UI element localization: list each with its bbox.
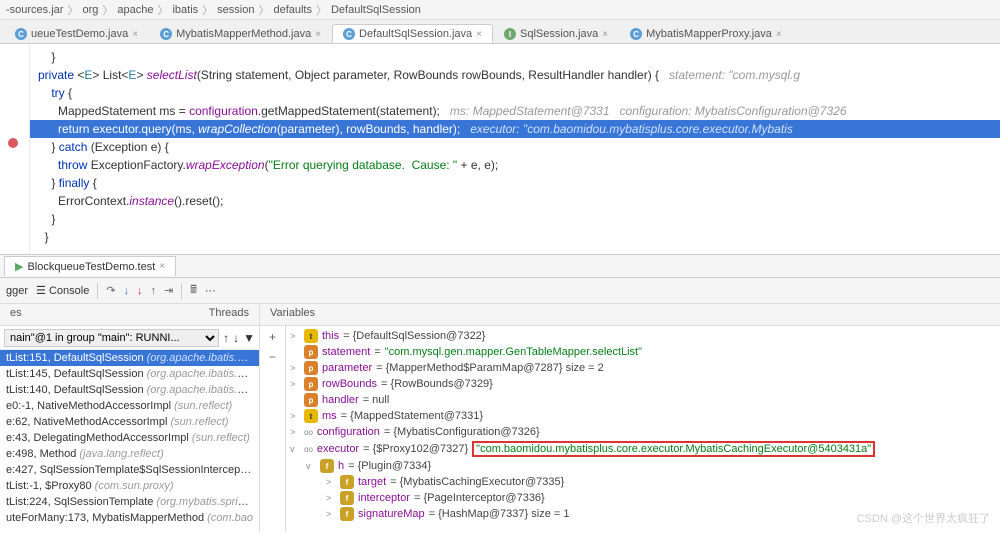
stack-frame[interactable]: tList:-1, $Proxy80 (com.sun.proxy) (0, 478, 259, 494)
code-line: } (10, 48, 1000, 66)
next-frame-icon[interactable]: ↓ (233, 331, 239, 345)
filter-icon[interactable]: ▼ (243, 331, 255, 345)
breadcrumb[interactable]: -sources.jar〉org〉apache〉ibatis〉session〉d… (0, 0, 1000, 20)
variable-row-executor[interactable]: vooexecutor = {$Proxy102@7327} "com.baom… (286, 440, 1000, 458)
debug-toolbar: gger ☰ Console ↷ ↓ ↓ ↑ ⇥ 🖩 ⋯ (0, 278, 1000, 304)
file-type-icon: C (15, 28, 27, 40)
current-execution-line: return executor.query(ms, wrapCollection… (10, 120, 1000, 138)
debug-body: nain"@1 in group "main": RUNNI... ↑ ↓ ▼ … (0, 326, 1000, 532)
debug-run-tab[interactable]: ▶ BlockqueueTestDemo.test × (4, 256, 176, 276)
stack-frame[interactable]: e:427, SqlSessionTemplate$SqlSessionInte… (0, 462, 259, 478)
step-out-icon[interactable]: ↑ (151, 285, 157, 297)
editor-tab[interactable]: CueueTestDemo.java × (4, 24, 149, 43)
close-icon[interactable]: × (776, 29, 782, 40)
gutter (0, 44, 30, 254)
frames-panel: nain"@1 in group "main": RUNNI... ↑ ↓ ▼ … (0, 326, 260, 532)
breakpoint-icon[interactable] (8, 138, 18, 148)
code-line: } catch (Exception e) { (10, 138, 1000, 156)
expand-icon[interactable]: + (269, 330, 276, 344)
code-editor[interactable]: } private <E> List<E> selectList(String … (0, 44, 1000, 254)
editor-tab[interactable]: C MybatisMapperMethod.java × (149, 24, 332, 43)
variable-row[interactable]: >prowBounds = {RowBounds@7329} (286, 376, 1000, 392)
tab-label: MybatisMapperProxy.java (646, 28, 772, 40)
variable-row[interactable]: >tthis = {DefaultSqlSession@7322} (286, 328, 1000, 344)
run-to-cursor-icon[interactable]: ⇥ (164, 284, 173, 297)
stack-frame[interactable]: e0:-1, NativeMethodAccessorImpl (sun.ref… (0, 398, 259, 414)
code-line: throw ExceptionFactory.wrapException("Er… (10, 156, 1000, 174)
stack-frame[interactable]: tList:151, DefaultSqlSession (org.apache… (0, 350, 259, 366)
variable-row[interactable]: phandler = null (286, 392, 1000, 408)
code-line: private <E> List<E> selectList(String st… (10, 66, 1000, 84)
close-icon[interactable]: × (476, 29, 482, 40)
tab-label: MybatisMapperMethod.java (176, 28, 311, 40)
stack-frame[interactable]: tList:140, DefaultSqlSession (org.apache… (0, 382, 259, 398)
prev-frame-icon[interactable]: ↑ (223, 331, 229, 345)
run-icon: ▶ (15, 260, 23, 273)
file-type-icon: C (630, 28, 642, 40)
code-line: } (10, 210, 1000, 228)
debug-run-tabs: ▶ BlockqueueTestDemo.test × (0, 254, 1000, 278)
variables-panel[interactable]: >tthis = {DefaultSqlSession@7322}pstatem… (286, 326, 1000, 532)
stack-frame[interactable]: e:62, NativeMethodAccessorImpl (sun.refl… (0, 414, 259, 430)
variable-row[interactable]: >ooconfiguration = {MybatisConfiguration… (286, 424, 1000, 440)
variable-row[interactable]: >pparameter = {MapperMethod$ParamMap@728… (286, 360, 1000, 376)
file-type-icon: C (160, 28, 172, 40)
frame-list[interactable]: tList:151, DefaultSqlSession (org.apache… (0, 350, 259, 532)
code-line: } (10, 228, 1000, 246)
breadcrumb-item[interactable]: apache (117, 4, 153, 16)
force-step-into-icon[interactable]: ↓ (137, 285, 143, 297)
code-line: MappedStatement ms = configuration.getMa… (10, 102, 1000, 120)
file-type-icon: I (504, 28, 516, 40)
panel-headers: es Threads Variables (0, 304, 1000, 326)
editor-tab[interactable]: I SqlSession.java × (493, 24, 619, 43)
evaluate-icon[interactable]: 🖩 (190, 281, 197, 300)
variable-row[interactable]: >ftarget = {MybatisCachingExecutor@7335} (286, 474, 1000, 490)
breadcrumb-item[interactable]: org (82, 4, 98, 16)
frames-header: es Threads (0, 304, 260, 325)
step-into-icon[interactable]: ↓ (124, 285, 130, 297)
close-icon[interactable]: × (602, 29, 608, 40)
close-icon[interactable]: × (159, 261, 165, 272)
breadcrumb-item[interactable]: -sources.jar (6, 4, 63, 16)
breadcrumb-item[interactable]: DefaultSqlSession (331, 4, 421, 16)
tab-label: ueueTestDemo.java (31, 28, 128, 40)
frames-toolbar: nain"@1 in group "main": RUNNI... ↑ ↓ ▼ (0, 326, 259, 350)
code-line: ErrorContext.instance().reset(); (10, 192, 1000, 210)
close-icon[interactable]: × (132, 29, 138, 40)
breadcrumb-item[interactable]: session (217, 4, 254, 16)
stack-frame[interactable]: e:498, Method (java.lang.reflect) (0, 446, 259, 462)
highlighted-value: "com.baomidou.mybatisplus.core.executor.… (472, 441, 875, 457)
variable-row[interactable]: >finterceptor = {PageInterceptor@7336} (286, 490, 1000, 506)
breadcrumb-item[interactable]: defaults (273, 4, 312, 16)
debugger-tab[interactable]: gger (6, 285, 28, 297)
watermark: CSDN @这个世界太疯狂了 (857, 510, 990, 526)
collapse-icon[interactable]: − (269, 350, 276, 364)
tab-label: DefaultSqlSession.java (359, 28, 472, 40)
tab-label: SqlSession.java (520, 28, 598, 40)
step-over-icon[interactable]: ↷ (106, 284, 115, 297)
more-icon[interactable]: ⋯ (205, 284, 216, 297)
variable-row[interactable]: pstatement = "com.mysql.gen.mapper.GenTa… (286, 344, 1000, 360)
editor-tab[interactable]: C MybatisMapperProxy.java × (619, 24, 793, 43)
variables-header: Variables (260, 304, 1000, 325)
thread-select[interactable]: nain"@1 in group "main": RUNNI... (4, 329, 219, 347)
variable-row[interactable]: >tms = {MappedStatement@7331} (286, 408, 1000, 424)
code-line: try { (10, 84, 1000, 102)
editor-tabs: CueueTestDemo.java × C MybatisMapperMethod.… (0, 20, 1000, 44)
console-tab[interactable]: ☰ Console (36, 284, 89, 297)
stack-frame[interactable]: e:43, DelegatingMethodAccessorImpl (sun.… (0, 430, 259, 446)
step-column: + − (260, 326, 286, 532)
stack-frame[interactable]: tList:224, SqlSessionTemplate (org.mybat… (0, 494, 259, 510)
close-icon[interactable]: × (315, 29, 321, 40)
stack-frame[interactable]: uteForMany:173, MybatisMapperMethod (com… (0, 510, 259, 526)
editor-tab[interactable]: C DefaultSqlSession.java × (332, 24, 493, 43)
code-line: } finally { (10, 174, 1000, 192)
stack-frame[interactable]: tList:145, DefaultSqlSession (org.apache… (0, 366, 259, 382)
variable-row[interactable]: vfh = {Plugin@7334} (286, 458, 1000, 474)
file-type-icon: C (343, 28, 355, 40)
breadcrumb-item[interactable]: ibatis (172, 4, 198, 16)
